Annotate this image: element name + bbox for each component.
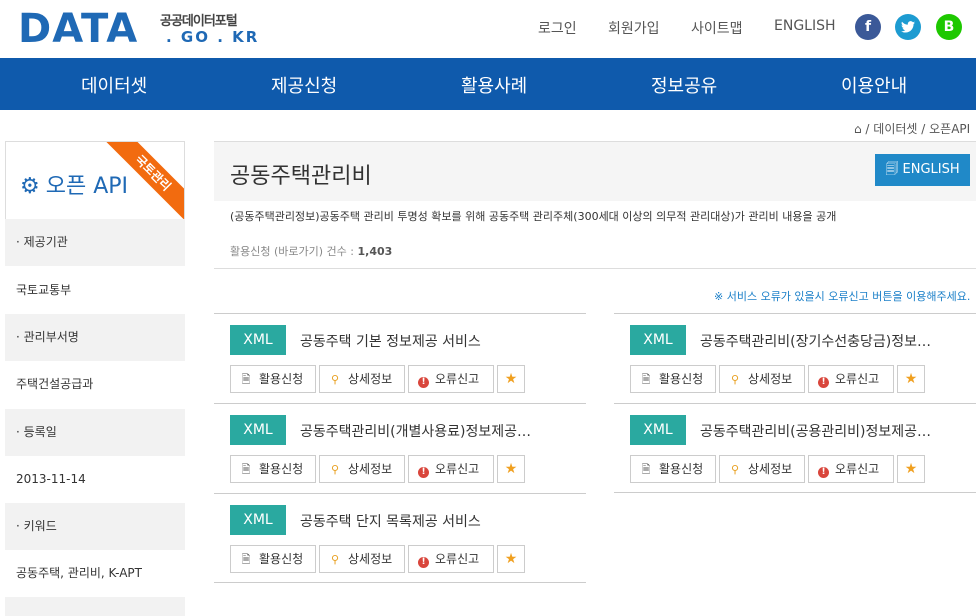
api-card: XML 공동주택관리비(공용관리비)정보제공… 🗎 활용신청 ⚲ 상세정보 ! 오류신… <box>614 403 976 493</box>
service-name[interactable]: 공동주택관리비(공용관리비)정보제공… <box>700 421 931 441</box>
format-badge: XML <box>230 325 286 355</box>
keyword-value: 공동주택, 관리비, K-APT <box>5 550 185 597</box>
blog-icon[interactable]: B <box>936 14 962 40</box>
document-icon: 🗎 <box>241 463 251 476</box>
facebook-icon[interactable]: f <box>855 14 881 40</box>
divider <box>214 268 976 269</box>
detail-button[interactable]: ⚲ 상세정보 <box>319 365 405 393</box>
sitemap-link[interactable]: 사이트맵 <box>691 18 743 38</box>
sidebar-row-extra <box>5 597 185 616</box>
apply-button[interactable]: 🗎 활용신청 <box>630 455 716 483</box>
sidebar-title: ⚙ 오픈 API <box>20 174 129 199</box>
document-icon: 🗎 <box>241 373 251 386</box>
content-header: 공동주택관리비 🗐 ENGLISH <box>214 141 976 201</box>
apply-button[interactable]: 🗎 활용신청 <box>230 545 316 573</box>
detail-button[interactable]: ⚲ 상세정보 <box>719 455 805 483</box>
keyword-label: · 키워드 <box>5 503 185 550</box>
alert-icon: ! <box>418 467 429 478</box>
english-link[interactable]: ENGLISH <box>774 18 836 34</box>
department-label: · 관리부서명 <box>5 314 185 361</box>
service-name[interactable]: 공동주택관리비(개별사용료)정보제공… <box>300 421 531 441</box>
report-button[interactable]: ! 오류신고 <box>808 455 894 483</box>
report-button[interactable]: ! 오류신고 <box>408 455 494 483</box>
document-icon: 🗎 <box>641 463 651 476</box>
login-link[interactable]: 로그인 <box>538 18 577 38</box>
format-badge: XML <box>630 415 686 445</box>
sidebar-header: ⚙ 오픈 API 국토관리 <box>5 141 185 219</box>
provider-label: · 제공기관 <box>5 219 185 266</box>
format-badge: XML <box>230 505 286 535</box>
logo-data-text: DATA <box>18 6 139 52</box>
english-button[interactable]: 🗐 ENGLISH <box>875 154 970 186</box>
favorite-star-icon[interactable]: ★ <box>497 455 525 483</box>
apply-button[interactable]: 🗎 활용신청 <box>630 365 716 393</box>
error-notice: ※ 서비스 오류가 있을시 오류신고 버튼을 이용해주세요. <box>714 290 971 303</box>
alert-icon: ! <box>418 557 429 568</box>
gear-icon: ⚙ <box>20 174 40 199</box>
page-title: 공동주택관리비 <box>230 164 372 189</box>
main-nav: 데이터셋 제공신청 활용사례 정보공유 이용안내 <box>0 58 976 110</box>
magnifier-icon: ⚲ <box>730 463 740 476</box>
translate-icon: 🗐 <box>885 162 903 177</box>
detail-button[interactable]: ⚲ 상세정보 <box>319 545 405 573</box>
apply-button[interactable]: 🗎 활용신청 <box>230 455 316 483</box>
service-name[interactable]: 공동주택관리비(장기수선충당금)정보… <box>700 331 931 351</box>
report-button[interactable]: ! 오류신고 <box>408 545 494 573</box>
api-card: XML 공동주택 단지 목록제공 서비스 🗎 활용신청 ⚲ 상세정보 ! 오류신고 ★ <box>214 493 586 583</box>
logo-domain: . GO . KR <box>166 28 260 46</box>
description: (공동주택관리정보)공동주택 관리비 투명성 확보를 위해 공동주택 관리주체(… <box>230 210 837 223</box>
nav-guide[interactable]: 이용안내 <box>841 72 907 98</box>
favorite-star-icon[interactable]: ★ <box>897 455 925 483</box>
registered-value: 2013-11-14 <box>5 456 185 503</box>
format-badge: XML <box>630 325 686 355</box>
magnifier-icon: ⚲ <box>330 463 340 476</box>
twitter-icon[interactable] <box>895 14 921 40</box>
format-badge: XML <box>230 415 286 445</box>
breadcrumb[interactable]: ⌂ / 데이터셋 / 오픈API <box>854 120 970 137</box>
report-button[interactable]: ! 오류신고 <box>408 365 494 393</box>
registered-label: · 등록일 <box>5 409 185 456</box>
magnifier-icon: ⚲ <box>330 553 340 566</box>
document-icon: 🗎 <box>241 553 251 566</box>
magnifier-icon: ⚲ <box>330 373 340 386</box>
usage-count-value: 1,403 <box>357 245 393 258</box>
detail-button[interactable]: ⚲ 상세정보 <box>719 365 805 393</box>
usage-count: 활용신청 (바로가기) 건수 : 1,403 <box>230 245 393 258</box>
department-value: 주택건설공급과 <box>5 361 185 408</box>
favorite-star-icon[interactable]: ★ <box>497 545 525 573</box>
signup-link[interactable]: 회원가입 <box>608 18 660 38</box>
alert-icon: ! <box>818 467 829 478</box>
favorite-star-icon[interactable]: ★ <box>897 365 925 393</box>
nav-usecases[interactable]: 활용사례 <box>461 72 527 98</box>
nav-info-share[interactable]: 정보공유 <box>651 72 717 98</box>
detail-button[interactable]: ⚲ 상세정보 <box>319 455 405 483</box>
provider-value: 국토교통부 <box>5 267 185 314</box>
alert-icon: ! <box>818 377 829 388</box>
service-name[interactable]: 공동주택 단지 목록제공 서비스 <box>300 511 481 531</box>
header: DATA 공공데이터포털 . GO . KR 로그인 회원가입 사이트맵 ENG… <box>0 0 976 58</box>
nav-dataset[interactable]: 데이터셋 <box>81 72 147 98</box>
magnifier-icon: ⚲ <box>730 373 740 386</box>
apply-button[interactable]: 🗎 활용신청 <box>230 365 316 393</box>
api-card: XML 공동주택관리비(개별사용료)정보제공… 🗎 활용신청 ⚲ 상세정보 ! 오류신… <box>214 403 586 493</box>
api-card: XML 공동주택 기본 정보제공 서비스 🗎 활용신청 ⚲ 상세정보 ! 오류신고 ★ <box>214 313 586 403</box>
nav-request[interactable]: 제공신청 <box>271 72 337 98</box>
favorite-star-icon[interactable]: ★ <box>497 365 525 393</box>
api-card: XML 공동주택관리비(장기수선충당금)정보… 🗎 활용신청 ⚲ 상세정보 ! 오류신… <box>614 313 976 403</box>
document-icon: 🗎 <box>641 373 651 386</box>
alert-icon: ! <box>418 377 429 388</box>
service-name[interactable]: 공동주택 기본 정보제공 서비스 <box>300 331 481 351</box>
report-button[interactable]: ! 오류신고 <box>808 365 894 393</box>
logo-subtitle: 공공데이터포털 <box>160 14 238 29</box>
